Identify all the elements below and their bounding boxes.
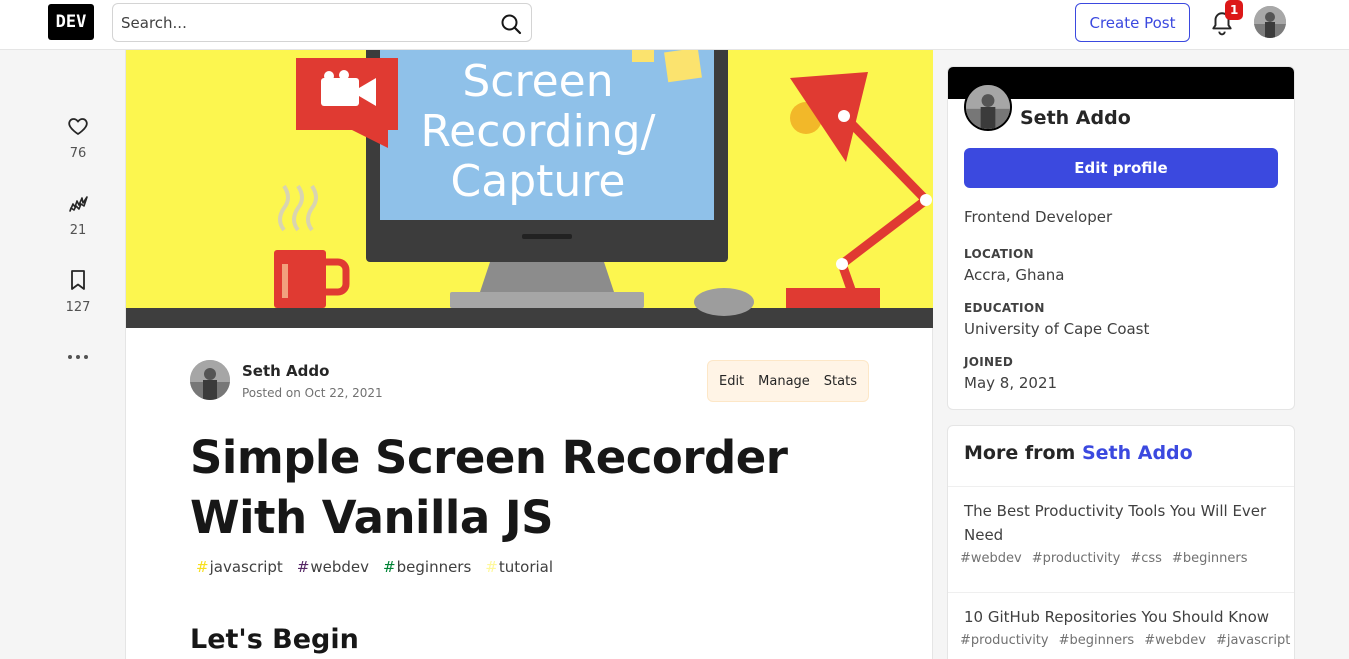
cover-illustration: Screen Recording/ Capture [126, 50, 933, 328]
more-from-item[interactable]: 10 GitHub Repositories You Should Know #… [948, 592, 1294, 659]
dev-logo[interactable]: DEV [48, 4, 94, 40]
create-post-button[interactable]: Create Post [1075, 3, 1190, 42]
tag-tutorial[interactable]: #tutorial [485, 558, 553, 576]
cover-text-line-3: Capture [451, 156, 626, 207]
search-box [112, 3, 532, 42]
search-icon[interactable] [499, 12, 523, 36]
like-button[interactable]: 76 [60, 114, 96, 161]
bookmark-count: 127 [65, 300, 91, 315]
article-title: Simple Screen Recorder With Vanilla JS [190, 431, 788, 544]
edit-profile-button[interactable]: Edit profile [964, 148, 1278, 188]
section-heading: Let's Begin [190, 624, 359, 655]
more-from-heading: More from Seth Addo [964, 442, 1193, 464]
location-value: Accra, Ghana [964, 266, 1065, 284]
notification-count-badge[interactable]: 1 [1225, 0, 1244, 20]
user-avatar[interactable] [1254, 6, 1286, 38]
more-item-tags: #webdev #productivity #css #beginners [960, 551, 1248, 566]
joined-label: JOINED [964, 355, 1014, 369]
more-from-author-link[interactable]: Seth Addo [1082, 442, 1193, 464]
cover-text-line-2: Recording/ [421, 106, 656, 157]
article-tags: #javascript #webdev #beginners #tutorial [196, 558, 553, 576]
joined-value: May 8, 2021 [964, 374, 1058, 392]
posted-date: Posted on Oct 22, 2021 [242, 386, 383, 400]
profile-bio: Frontend Developer [964, 208, 1113, 226]
heart-icon [68, 118, 88, 135]
cover-image: Screen Recording/ Capture [126, 50, 933, 328]
more-item-title: The Best Productivity Tools You Will Eve… [964, 502, 1267, 544]
bookmark-icon [71, 270, 85, 290]
more-options-icon[interactable] [66, 348, 90, 366]
bookmark-button[interactable]: 127 [60, 268, 96, 315]
top-header: DEV Create Post 1 [0, 0, 1349, 50]
profile-avatar[interactable] [964, 83, 1012, 131]
profile-name[interactable]: Seth Addo [1020, 107, 1131, 129]
tag-javascript[interactable]: #javascript [196, 558, 283, 576]
education-value: University of Cape Coast [964, 320, 1150, 338]
more-from-item[interactable]: The Best Productivity Tools You Will Eve… [948, 486, 1294, 578]
cover-text-line-1: Screen [462, 56, 613, 107]
unicorn-icon [69, 196, 88, 212]
article-card: Screen Recording/ Capture Seth Addo Post… [125, 50, 933, 659]
unicorn-button[interactable]: 21 [60, 191, 96, 238]
education-label: EDUCATION [964, 301, 1045, 315]
search-input[interactable] [121, 12, 491, 34]
more-from-author-card: More from Seth Addo The Best Productivit… [947, 425, 1295, 659]
edit-button[interactable]: Edit [719, 374, 744, 389]
tag-webdev[interactable]: #webdev [297, 558, 369, 576]
more-item-title: 10 GitHub Repositories You Should Know [964, 608, 1270, 626]
stats-button[interactable]: Stats [824, 374, 857, 389]
unicorn-count: 21 [69, 223, 87, 238]
author-name[interactable]: Seth Addo [242, 362, 329, 380]
author-profile-card: Seth Addo Edit profile Frontend Develope… [947, 66, 1295, 410]
like-count: 76 [69, 146, 87, 161]
location-label: LOCATION [964, 247, 1034, 261]
tag-beginners[interactable]: #beginners [383, 558, 471, 576]
author-avatar[interactable] [190, 360, 230, 400]
manage-button[interactable]: Manage [758, 374, 810, 389]
more-item-tags: #productivity #beginners #webdev #javasc… [960, 633, 1291, 648]
author-actions: Edit Manage Stats [707, 360, 869, 402]
